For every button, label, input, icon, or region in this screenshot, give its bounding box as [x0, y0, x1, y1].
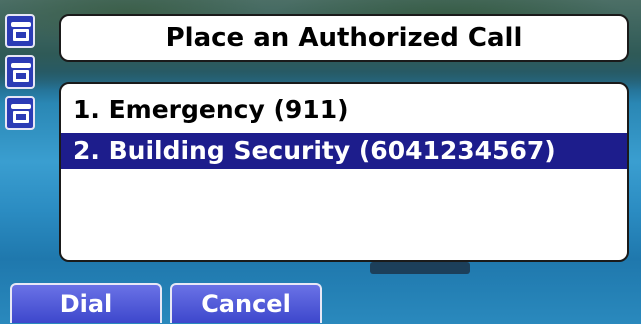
phone-handset-icon [11, 63, 31, 82]
line-2-phone-icon[interactable] [5, 55, 35, 89]
line-3-phone-icon[interactable] [5, 96, 35, 130]
dial-button[interactable]: Dial [10, 283, 162, 323]
call-item-building-security[interactable]: 2. Building Security (6041234567) [61, 133, 627, 169]
screen-title: Place an Authorized Call [59, 14, 629, 62]
call-list: 1. Emergency (911) 2. Building Security … [59, 82, 629, 262]
wallpaper-boat [370, 262, 470, 274]
cancel-button[interactable]: Cancel [170, 283, 322, 323]
phone-handset-icon [11, 104, 31, 123]
phone-handset-icon [11, 22, 31, 41]
line-1-phone-icon[interactable] [5, 14, 35, 48]
call-item-emergency[interactable]: 1. Emergency (911) [61, 92, 627, 128]
